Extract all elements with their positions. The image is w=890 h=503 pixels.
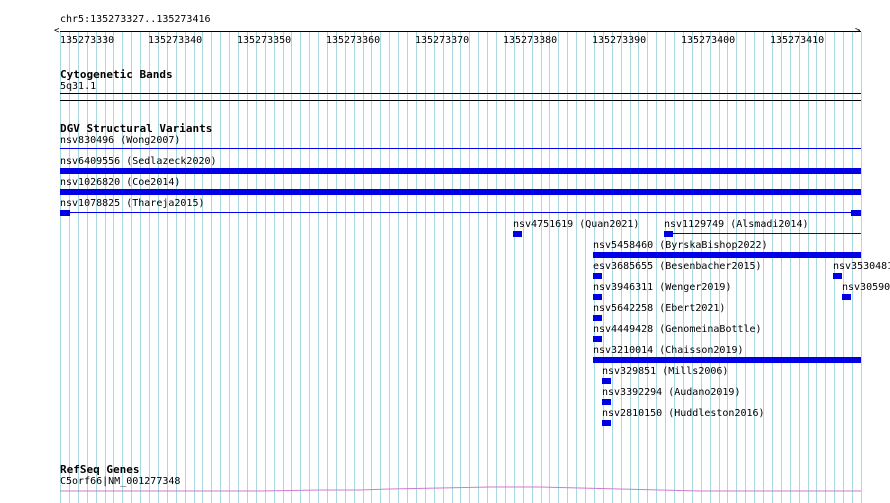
variant-feature[interactable] bbox=[851, 210, 861, 216]
tick-label: 135273400 bbox=[681, 35, 736, 46]
gene-feature[interactable] bbox=[60, 486, 861, 494]
ruler-left-arrow-icon: < bbox=[54, 26, 60, 36]
variant-label[interactable]: nsv5642258 (Ebert2021) bbox=[593, 303, 725, 315]
variant-label[interactable]: nsv2810150 (Huddleston2016) bbox=[602, 408, 765, 420]
variant-feature[interactable] bbox=[593, 315, 602, 321]
variant-label[interactable]: nsv4751619 (Quan2021) bbox=[513, 219, 639, 231]
variant-label[interactable]: nsv3210014 (Chaisson2019) bbox=[593, 345, 744, 357]
variant-label[interactable]: nsv830496 (Wong2007) bbox=[60, 135, 180, 147]
variant-feature[interactable] bbox=[593, 252, 861, 258]
variant-feature[interactable] bbox=[664, 231, 673, 237]
variant-label[interactable]: esv3685655 (Besenbacher2015) bbox=[593, 261, 762, 273]
variant-label[interactable]: nsv3530481 bbox=[833, 261, 890, 273]
variant-label[interactable]: nsv6409556 (Sedlazeck2020) bbox=[60, 156, 217, 168]
variant-label[interactable]: nsv4449428 (GenomeinaBottle) bbox=[593, 324, 762, 336]
ruler-line bbox=[60, 31, 861, 32]
variant-label[interactable]: nsv1129749 (Alsmadi2014) bbox=[664, 219, 809, 231]
variant-feature[interactable] bbox=[593, 294, 602, 300]
variant-feature[interactable] bbox=[593, 357, 861, 363]
variant-feature[interactable] bbox=[602, 399, 611, 405]
tick-label: 135273330 bbox=[60, 35, 115, 46]
dgv-track-title[interactable]: DGV Structural Variants bbox=[60, 122, 212, 135]
variant-label[interactable]: nsv3392294 (Audano2019) bbox=[602, 387, 740, 399]
tick-label: 135273380 bbox=[503, 35, 558, 46]
variant-feature[interactable] bbox=[593, 273, 602, 279]
variant-feature-connector bbox=[60, 212, 861, 213]
variant-label[interactable]: nsv329851 (Mills2006) bbox=[602, 366, 728, 378]
variant-feature[interactable] bbox=[513, 231, 522, 237]
tick-label: 135273410 bbox=[770, 35, 825, 46]
variant-label[interactable]: nsv30590 bbox=[842, 282, 890, 294]
tick-label: 135273370 bbox=[415, 35, 470, 46]
cytoband-track-title[interactable]: Cytogenetic Bands bbox=[60, 68, 173, 81]
ruler-right-arrow-icon: > bbox=[855, 26, 861, 36]
variant-label[interactable]: nsv3946311 (Wenger2019) bbox=[593, 282, 731, 294]
variant-feature[interactable] bbox=[60, 168, 861, 174]
variant-feature[interactable] bbox=[833, 273, 842, 279]
variant-feature[interactable] bbox=[60, 210, 70, 216]
region-label: chr5:135273327..135273416 bbox=[60, 14, 211, 25]
variant-feature[interactable] bbox=[593, 336, 602, 342]
variant-label[interactable]: nsv5458460 (ByrskaBishop2022) bbox=[593, 240, 768, 252]
cytoband-bottom-line bbox=[60, 100, 861, 101]
variant-feature[interactable] bbox=[602, 420, 611, 426]
variant-feature[interactable] bbox=[602, 378, 611, 384]
cytoband-label: 5q31.1 bbox=[60, 81, 97, 92]
cytoband-top-line bbox=[60, 93, 861, 94]
tick-label: 135273360 bbox=[326, 35, 381, 46]
tick-label: 135273350 bbox=[237, 35, 292, 46]
tick-label: 135273340 bbox=[148, 35, 203, 46]
variant-label[interactable]: nsv1026820 (Coe2014) bbox=[60, 177, 180, 189]
variant-feature-connector bbox=[664, 233, 861, 234]
variant-feature[interactable] bbox=[842, 294, 851, 300]
variant-feature[interactable] bbox=[60, 148, 861, 149]
variant-feature[interactable] bbox=[60, 189, 861, 195]
variant-label[interactable]: nsv1078825 (Thareja2015) bbox=[60, 198, 205, 210]
refseq-track-title[interactable]: RefSeq Genes bbox=[60, 463, 139, 476]
tick-label: 135273390 bbox=[592, 35, 647, 46]
